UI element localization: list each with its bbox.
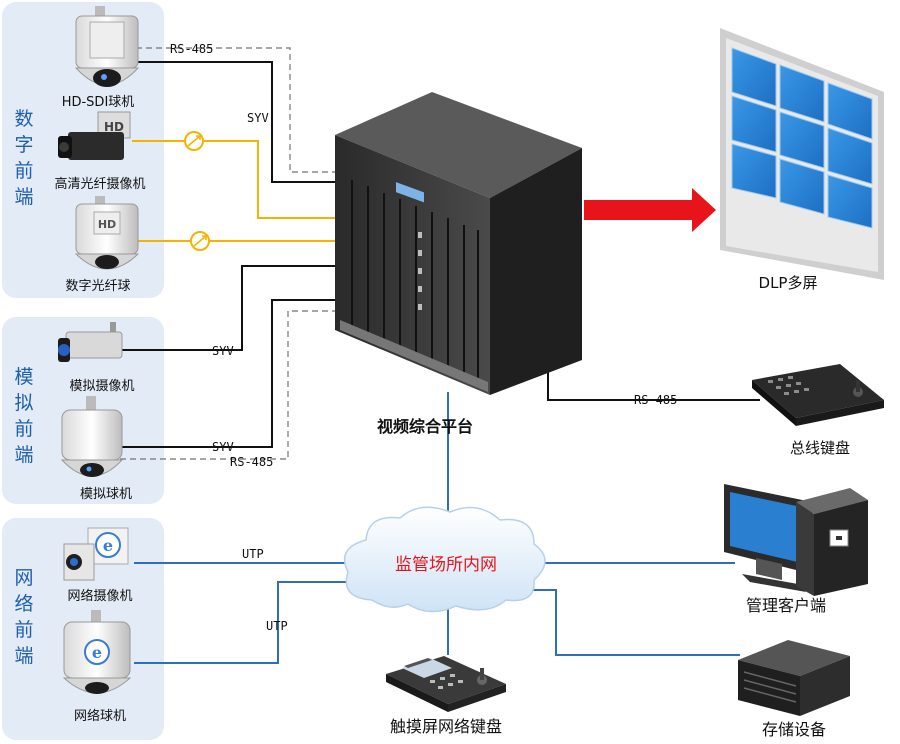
- svg-text:端: 端: [14, 645, 33, 667]
- network-camera-label: 网络摄像机: [67, 588, 132, 604]
- svg-text:络: 络: [14, 593, 33, 615]
- svg-text:前: 前: [14, 619, 33, 641]
- svg-text:模: 模: [14, 366, 33, 388]
- diagram-canvas: 数 字 前 端 模 拟 前 端 网 络 前 端 RS-485 SYV SYV S…: [0, 0, 900, 744]
- analog-camera-label: 模拟摄像机: [69, 379, 134, 394]
- utp-label: UTP: [266, 619, 288, 633]
- rs485-label: RS-485: [634, 393, 677, 407]
- bus-keyboard-icon: [752, 364, 884, 426]
- network-dome-icon: e: [62, 610, 132, 694]
- syv-label: SYV: [212, 440, 234, 454]
- rs485-line-hd-dome: [136, 47, 335, 173]
- fiber-connector-icon: [190, 231, 210, 251]
- digital-fiber-dome-label: 数字光纤球: [65, 279, 130, 294]
- touch-screen-keyboard-icon: [386, 656, 506, 712]
- video-platform-label: 视频综合平台: [377, 417, 473, 436]
- rs485-label: RS-485: [230, 455, 273, 469]
- digital-fiber-dome-icon: HD: [74, 196, 140, 270]
- rs485-label: RS-485: [170, 42, 213, 56]
- syv-label: SYV: [212, 344, 234, 358]
- fiber-connector-icon: [184, 131, 204, 151]
- svg-text:HD: HD: [98, 218, 116, 231]
- video-platform-rack-icon: [335, 92, 582, 395]
- management-client-label: 管理客户端: [746, 596, 826, 615]
- storage-label: 存储设备: [762, 720, 826, 739]
- svg-text:前: 前: [14, 418, 33, 440]
- svg-text:e: e: [103, 536, 113, 555]
- svg-text:数: 数: [14, 108, 33, 130]
- hd-fiber-camera-label: 高清光纤摄像机: [54, 176, 145, 192]
- syv-line-hd-dome: [136, 61, 335, 183]
- svg-text:拟: 拟: [14, 392, 33, 414]
- syv-label: SYV: [247, 111, 269, 125]
- svg-text:前: 前: [14, 160, 33, 182]
- svg-text:网: 网: [14, 567, 33, 589]
- hd-sdi-dome-label: HD-SDI球机: [62, 95, 135, 110]
- svg-text:e: e: [92, 643, 102, 662]
- dlp-video-wall-icon: [720, 28, 884, 280]
- hd-sdi-dome-icon: [74, 6, 140, 87]
- topology-diagram: 数 字 前 端 模 拟 前 端 网 络 前 端 RS-485 SYV SYV S…: [2, 2, 884, 740]
- svg-text:端: 端: [14, 444, 33, 466]
- svg-text:端: 端: [14, 186, 33, 208]
- bus-keyboard-label: 总线键盘: [790, 439, 850, 457]
- dlp-wall-label: DLP多屏: [759, 274, 818, 292]
- management-client-icon: [724, 484, 868, 596]
- svg-text:字: 字: [14, 134, 33, 156]
- touch-keyboard-label: 触摸屏网络键盘: [390, 717, 502, 736]
- video-output-arrow-icon: [584, 188, 716, 232]
- analog-dome-label: 模拟球机: [80, 487, 132, 502]
- network-line-storage: [520, 589, 740, 656]
- utp-label: UTP: [242, 547, 264, 561]
- network-cloud-label: 监管场所内网: [395, 555, 497, 575]
- storage-device-icon: [738, 640, 850, 716]
- utp-line-network-dome: [134, 581, 360, 664]
- network-dome-label: 网络球机: [74, 708, 126, 724]
- svg-text:HD: HD: [104, 120, 124, 134]
